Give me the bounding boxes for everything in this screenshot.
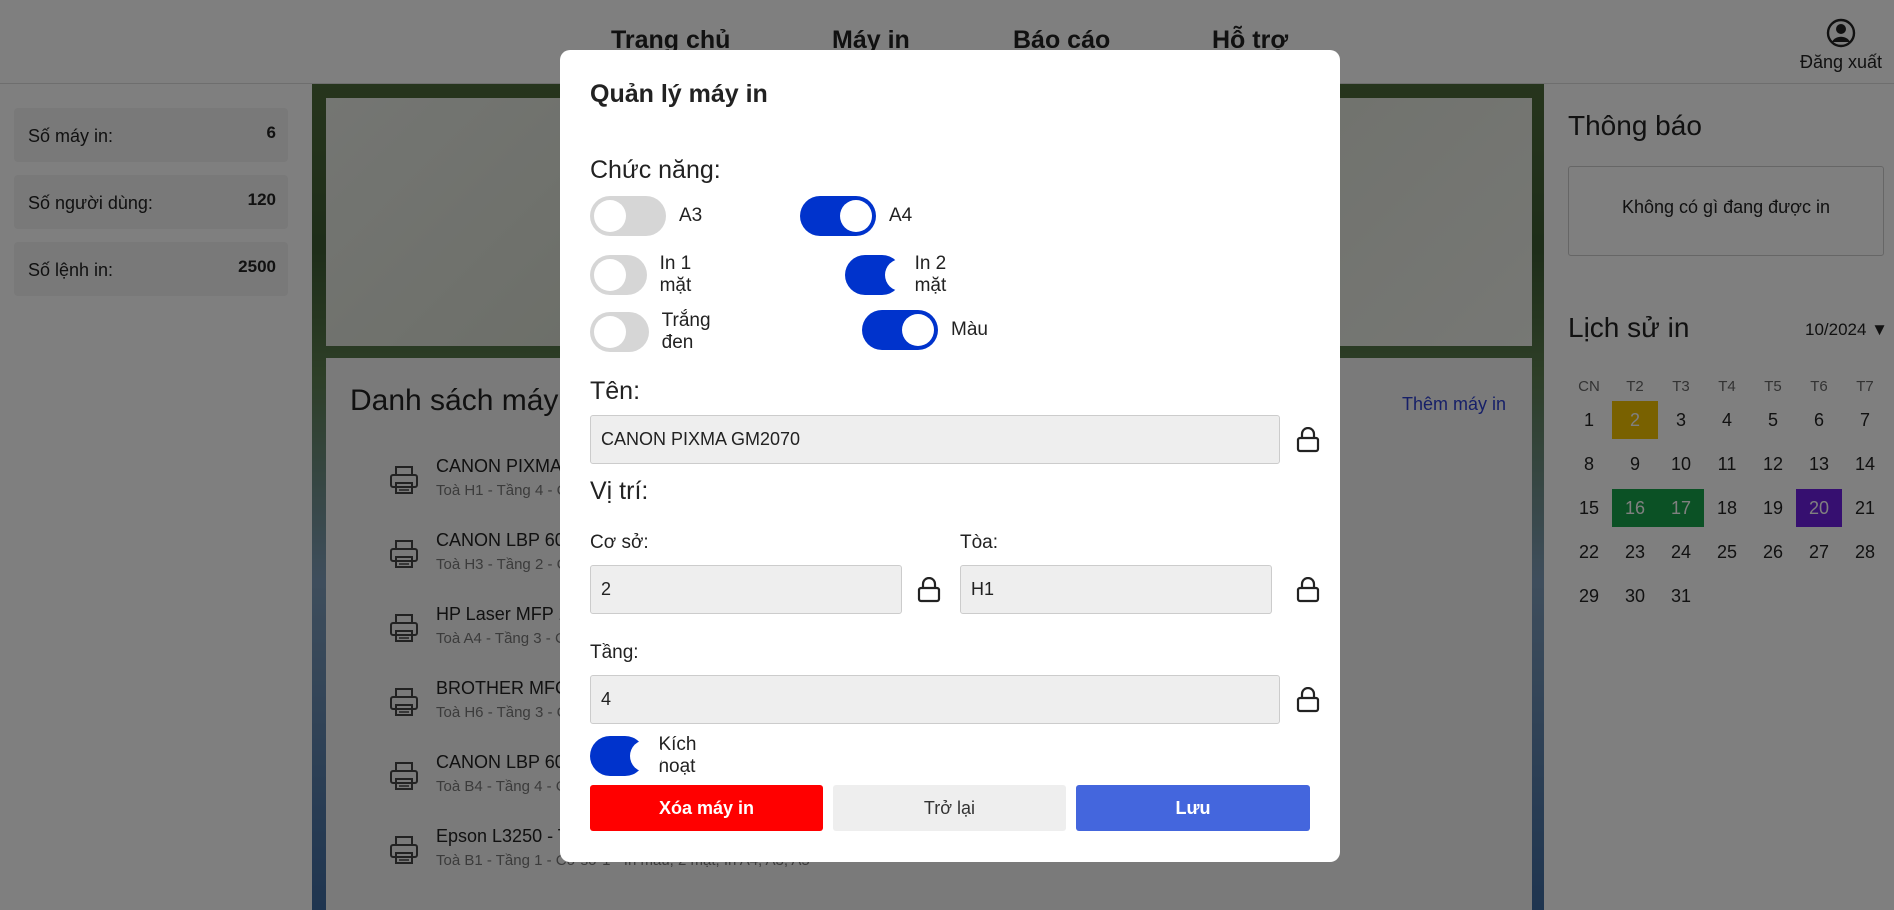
location-label: Vị trí: xyxy=(590,477,649,505)
toggle-label: A3 xyxy=(679,205,703,226)
building-field[interactable] xyxy=(960,565,1272,614)
building-label: Tòa: xyxy=(960,532,999,553)
switch[interactable] xyxy=(590,736,662,776)
campus-label: Cơ sở: xyxy=(590,532,649,553)
toggle-active[interactable]: Kích hoạt xyxy=(590,734,717,778)
lock-icon[interactable] xyxy=(1296,577,1320,603)
lock-icon[interactable] xyxy=(1296,427,1320,453)
name-field[interactable] xyxy=(590,415,1280,464)
functions-label: Chức năng: xyxy=(590,156,721,184)
switch[interactable] xyxy=(590,196,666,236)
toggle-a3[interactable]: A3 xyxy=(590,196,702,236)
switch[interactable] xyxy=(862,310,938,350)
save-button[interactable]: Lưu xyxy=(1076,785,1310,831)
toggle-label: Kích hoạt xyxy=(658,734,697,777)
toggle-two-side[interactable]: In 2 mặt xyxy=(845,253,966,297)
switch[interactable] xyxy=(590,312,649,352)
switch[interactable] xyxy=(800,196,876,236)
switch[interactable] xyxy=(590,255,647,295)
toggle-a4[interactable]: A4 xyxy=(800,196,912,236)
lock-icon[interactable] xyxy=(1296,687,1320,713)
printer-manage-modal: Quản lý máy in Chức năng: A3 A4 In 1 mặt… xyxy=(560,50,1340,862)
toggle-label: A4 xyxy=(889,205,913,226)
switch[interactable] xyxy=(845,255,917,295)
toggle-one-side[interactable]: In 1 mặt xyxy=(590,253,711,297)
floor-label: Tầng: xyxy=(590,642,639,663)
lock-icon[interactable] xyxy=(917,577,941,603)
campus-field[interactable] xyxy=(590,565,902,614)
modal-title: Quản lý máy in xyxy=(590,80,768,108)
toggle-color[interactable]: Màu xyxy=(862,310,988,350)
toggle-bw[interactable]: Trắng đen xyxy=(590,310,728,354)
toggle-label: Màu xyxy=(951,319,988,340)
back-button[interactable]: Trở lại xyxy=(833,785,1066,831)
toggle-label: Trắng đen xyxy=(661,310,711,353)
toggle-label: In 1 mặt xyxy=(659,253,692,296)
floor-field[interactable] xyxy=(590,675,1280,724)
toggle-label: In 2 mặt xyxy=(914,253,947,296)
name-label: Tên: xyxy=(590,377,641,405)
delete-printer-button[interactable]: Xóa máy in xyxy=(590,785,823,831)
